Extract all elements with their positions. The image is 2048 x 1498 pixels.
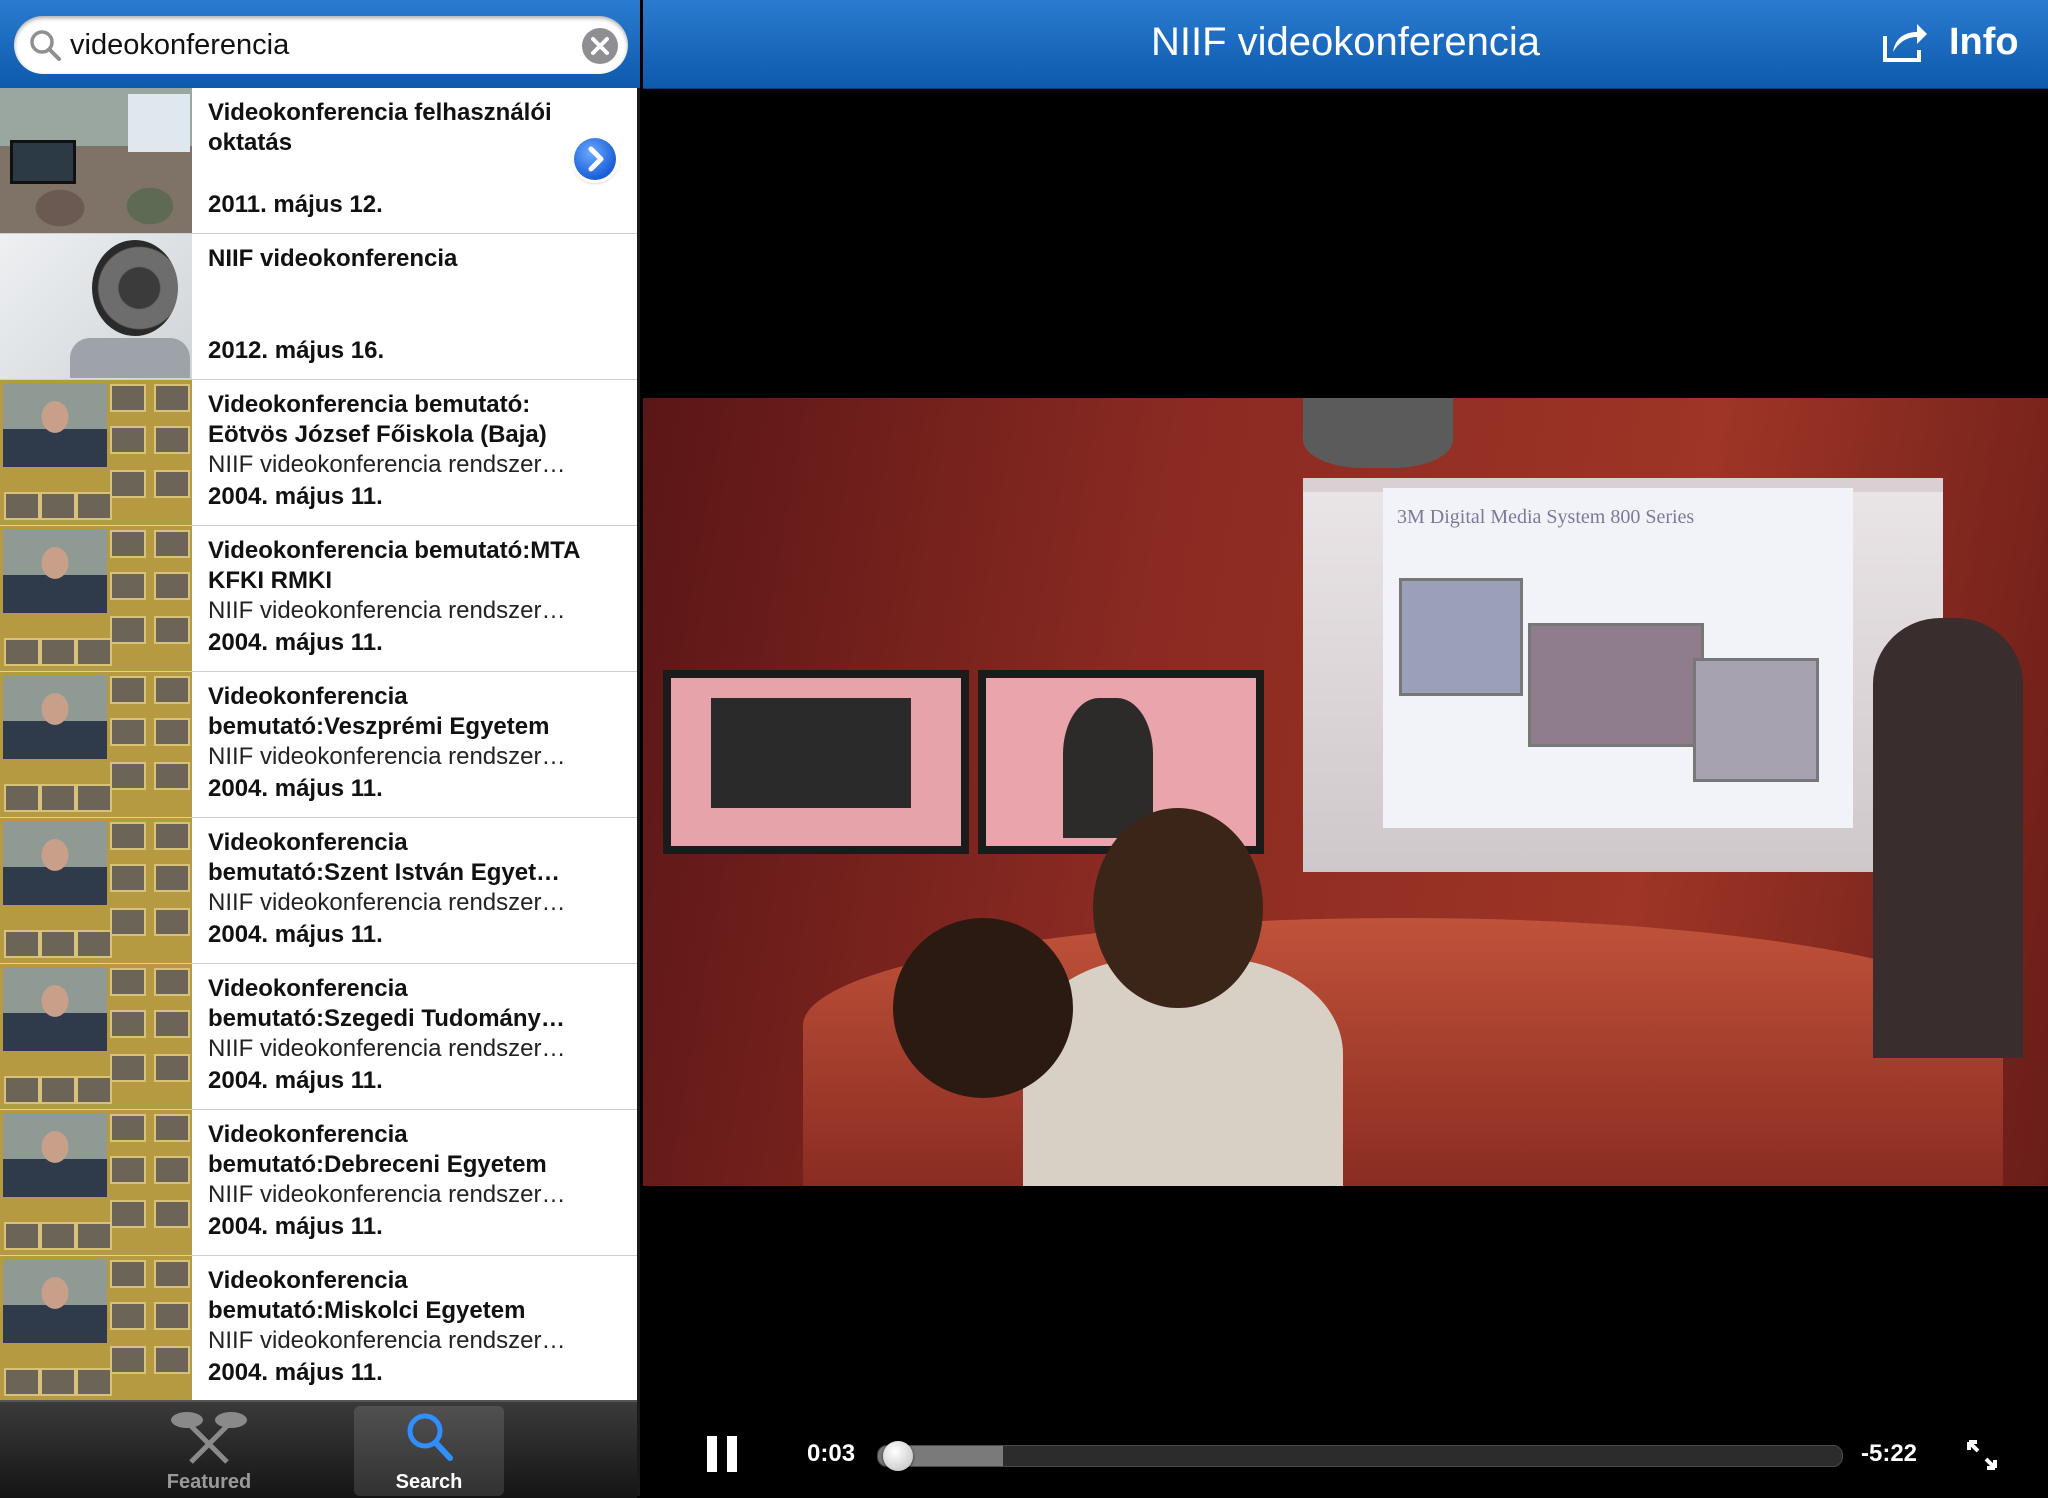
result-thumbnail [0, 380, 192, 525]
result-title: Videokonferencia felhasználói oktatás [208, 99, 552, 156]
clear-icon [591, 37, 609, 55]
pause-icon-bar [727, 1436, 737, 1472]
result-title: Videokonferencia bemutató:MTA KFKI RMKI [208, 537, 580, 594]
tv-monitor-left [663, 670, 969, 854]
result-description: NIIF videokonferencia rendszer… [208, 743, 566, 770]
result-title: Videokonferencia bemutató:Szent István E… [208, 829, 561, 886]
result-description: NIIF videokonferencia rendszer… [208, 1327, 566, 1354]
result-date: 2012. május 16. [208, 337, 385, 364]
results-list: Videokonferencia felhasználói oktatás 201… [0, 88, 637, 1400]
result-thumbnail [0, 526, 192, 671]
clear-search-button[interactable] [582, 28, 618, 64]
search-icon [30, 30, 61, 61]
pause-icon [707, 1436, 717, 1472]
slide-text: 3M Digital Media System 800 Series [1397, 506, 1695, 528]
result-date: 2004. május 11. [208, 775, 383, 802]
result-date: 2004. május 11. [208, 1067, 383, 1094]
result-row[interactable]: Videokonferencia bemutató:Miskolci Egyet… [0, 1256, 637, 1400]
result-description: NIIF videokonferencia rendszer… [208, 889, 566, 916]
result-description: NIIF videokonferencia rendszer… [208, 1181, 566, 1208]
player-controls: 0:03 -5:22 [643, 1400, 2048, 1496]
result-thumbnail [0, 818, 192, 963]
results-pane: videokonferencia Videokonferencia felhas… [0, 0, 640, 1498]
presentation-slide: 3M Digital Media System 800 Series [1383, 488, 1853, 828]
result-title: Videokonferencia bemutató:Szegedi Tudomá… [208, 975, 565, 1032]
tv-monitor-left-content [711, 698, 911, 808]
slide-image-3 [1693, 658, 1819, 782]
result-description: NIIF videokonferencia rendszer… [208, 451, 566, 478]
result-row[interactable]: Videokonferencia bemutató: Eötvös József… [0, 380, 637, 526]
result-row[interactable]: Videokonferencia felhasználói oktatás 201… [0, 88, 637, 234]
result-date: 2004. május 11. [208, 629, 383, 656]
result-thumbnail [0, 234, 192, 379]
result-row[interactable]: Videokonferencia bemutató:MTA KFKI RMKI N… [0, 526, 637, 672]
result-date: 2004. május 11. [208, 1359, 383, 1386]
result-date: 2004. május 11. [208, 1213, 383, 1240]
search-bar: videokonferencia [0, 0, 640, 88]
pause-button[interactable] [707, 1436, 741, 1472]
scrubber-track[interactable] [877, 1445, 1843, 1467]
video-title: NIIF videokonferencia [1150, 20, 1541, 64]
scrubber-thumb[interactable] [882, 1441, 913, 1471]
info-button[interactable]: Info [1949, 0, 2019, 84]
tab-featured-label: Featured [166, 1471, 252, 1493]
expand-icon[interactable] [1965, 1438, 1999, 1472]
search-tab-icon [407, 1413, 453, 1461]
result-thumbnail [0, 672, 192, 817]
result-thumbnail [0, 1256, 192, 1400]
result-row[interactable]: Videokonferencia bemutató:Szent István E… [0, 818, 637, 964]
featured-icon [171, 1412, 247, 1464]
chevron-right-icon [588, 146, 604, 172]
attendee-head [1093, 808, 1263, 1008]
remaining-time: -5:22 [1861, 1440, 1918, 1467]
result-title: Videokonferencia bemutató:Veszprémi Egye… [208, 683, 550, 740]
video-frame[interactable]: 3M Digital Media System 800 Series [643, 398, 2048, 1186]
tab-bar: Featured Search [0, 1400, 637, 1498]
tab-search-label: Search [395, 1471, 463, 1493]
remote-speaker [1063, 698, 1153, 838]
result-title: Videokonferencia bemutató:Miskolci Egyet… [208, 1267, 526, 1324]
presenter [1873, 618, 2023, 1058]
result-date: 2004. május 11. [208, 921, 383, 948]
tab-featured[interactable]: Featured [134, 1406, 284, 1496]
elapsed-time: 0:03 [807, 1440, 856, 1467]
result-date: 2011. május 12. [208, 191, 383, 218]
slide-image-1 [1399, 578, 1523, 696]
video-navbar: NIIF videokonferencia Info [643, 0, 2048, 89]
attendee-head-front [893, 918, 1073, 1098]
detail-disclosure-button[interactable] [574, 138, 616, 180]
result-title: NIIF videokonferencia [208, 245, 458, 272]
share-icon[interactable] [1881, 20, 1929, 64]
result-thumbnail [0, 88, 192, 233]
result-description: NIIF videokonferencia rendszer… [208, 1035, 566, 1062]
slide-image-2 [1528, 623, 1704, 747]
result-title: Videokonferencia bemutató:Debreceni Egye… [208, 1121, 547, 1178]
result-row[interactable]: NIIF videokonferencia 2012. május 16. [0, 234, 637, 380]
ceiling-projector [1303, 398, 1453, 468]
result-thumbnail [0, 1110, 192, 1255]
search-query: videokonferencia [70, 29, 290, 61]
result-row[interactable]: Videokonferencia bemutató:Szegedi Tudomá… [0, 964, 637, 1110]
result-date: 2004. május 11. [208, 483, 383, 510]
search-input[interactable]: videokonferencia [14, 16, 628, 74]
result-title: Videokonferencia bemutató: Eötvös József… [208, 391, 547, 448]
result-thumbnail [0, 964, 192, 1109]
result-row[interactable]: Videokonferencia bemutató:Veszprémi Egye… [0, 672, 637, 818]
result-description: NIIF videokonferencia rendszer… [208, 597, 566, 624]
tab-search[interactable]: Search [354, 1406, 504, 1496]
result-row[interactable]: Videokonferencia bemutató:Debreceni Egye… [0, 1110, 637, 1256]
